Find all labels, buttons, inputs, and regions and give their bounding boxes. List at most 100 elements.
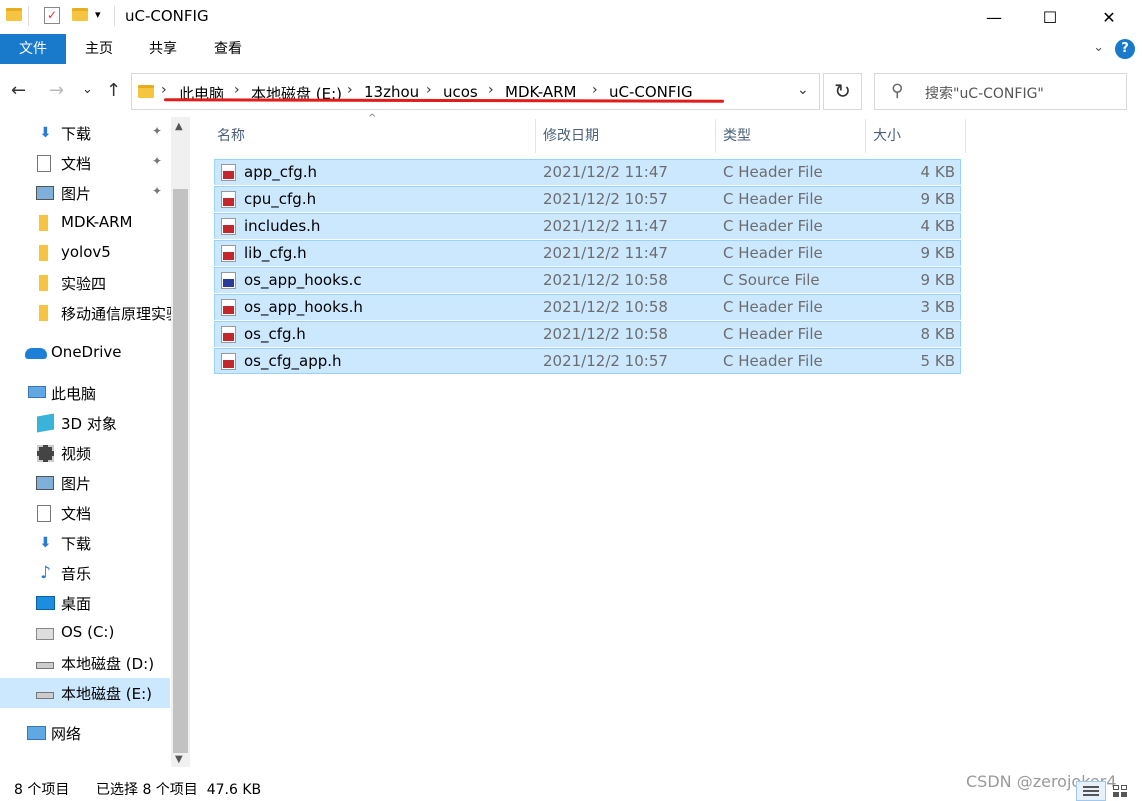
file-modified: 2021/12/2 10:58 — [543, 271, 668, 289]
sidebar-scrollbar[interactable]: ▲ ▼ — [171, 117, 190, 767]
search-input[interactable]: ⚲ 搜索"uC-CONFIG" — [874, 73, 1127, 110]
expand-ribbon-chevron-icon[interactable]: ⌄ — [1093, 40, 1104, 55]
sidebar-item-documents-pinned[interactable]: 文档 ✦ — [0, 148, 170, 178]
status-bar: 8 个项目 已选择 8 个项目 47.6 KB CSDN @zerojoker4 — [0, 767, 1142, 801]
column-header-size[interactable]: 大小 — [873, 125, 901, 145]
sidebar-item-downloads-pinned[interactable]: ⬇ 下载 ✦ — [0, 118, 170, 148]
column-header-type[interactable]: 类型 — [723, 125, 751, 145]
pin-icon: ✦ — [152, 184, 163, 198]
refresh-button[interactable]: ↻ — [823, 73, 862, 110]
sidebar-item-mobile-comm-lab[interactable]: 移动通信原理实验 — [0, 298, 171, 328]
title-bar: ✓ ▾ uC-CONFIG — ☐ ✕ — [0, 0, 1142, 34]
column-header-name[interactable]: 名称 — [217, 125, 245, 145]
scrollbar-thumb[interactable] — [173, 189, 188, 753]
sidebar-item-this-pc[interactable]: 此电脑 — [0, 378, 170, 408]
up-button[interactable]: ↑ — [106, 80, 121, 101]
computer-icon — [28, 386, 46, 398]
item-count: 8 个项目 — [14, 782, 70, 798]
scroll-down-arrow[interactable]: ▼ — [175, 754, 183, 765]
address-history-chevron-down-icon[interactable]: ⌄ — [797, 82, 809, 98]
table-row[interactable]: app_cfg.h 2021/12/2 11:47 C Header File … — [214, 159, 961, 185]
file-name: os_cfg.h — [244, 325, 306, 343]
minimize-button[interactable]: — — [965, 0, 1023, 34]
details-view-button[interactable] — [1076, 781, 1106, 801]
breadcrumb-separator[interactable]: › — [347, 82, 353, 98]
drive-icon — [36, 692, 54, 699]
column-divider[interactable] — [865, 119, 866, 153]
onedrive-icon — [25, 348, 47, 359]
table-row[interactable]: os_app_hooks.h 2021/12/2 10:58 C Header … — [214, 294, 961, 320]
file-modified: 2021/12/2 10:57 — [543, 352, 668, 370]
scroll-up-arrow[interactable]: ▲ — [175, 121, 183, 132]
details-view-icon — [1083, 786, 1099, 788]
sidebar-item-label: 视频 — [61, 445, 92, 463]
maximize-button[interactable]: ☐ — [1021, 0, 1079, 34]
column-divider[interactable] — [535, 119, 536, 153]
breadcrumb-separator[interactable]: › — [488, 82, 494, 98]
sidebar-item-documents[interactable]: 文档 — [0, 498, 170, 528]
help-button[interactable]: ? — [1115, 39, 1135, 59]
column-divider[interactable] — [715, 119, 716, 153]
properties-icon[interactable]: ✓ — [44, 7, 60, 24]
sidebar-item-label: 本地磁盘 (E:) — [61, 685, 153, 703]
column-divider[interactable] — [965, 119, 966, 153]
breadcrumb-separator[interactable]: › — [161, 82, 167, 98]
breadcrumb-separator[interactable]: › — [426, 82, 432, 98]
tab-view[interactable]: 查看 — [195, 34, 261, 64]
file-modified: 2021/12/2 11:47 — [543, 217, 668, 235]
c-header-file-icon — [221, 191, 236, 208]
file-modified: 2021/12/2 11:47 — [543, 244, 668, 262]
table-row[interactable]: lib_cfg.h 2021/12/2 11:47 C Header File … — [214, 240, 961, 266]
sidebar-item-music[interactable]: ♪ 音乐 — [0, 558, 170, 588]
sidebar-item-label: 本地磁盘 (D:) — [61, 655, 155, 673]
pin-icon: ✦ — [152, 154, 163, 168]
table-row[interactable]: os_cfg.h 2021/12/2 10:58 C Header File 8… — [214, 321, 961, 347]
file-modified: 2021/12/2 10:58 — [543, 298, 668, 316]
recent-locations-button[interactable]: ⌄ — [82, 82, 93, 97]
tab-share[interactable]: 共享 — [130, 34, 196, 64]
tab-file[interactable]: 文件 — [0, 34, 66, 64]
breadcrumb-separator[interactable]: › — [234, 82, 240, 98]
forward-button[interactable]: → — [49, 80, 64, 101]
close-button[interactable]: ✕ — [1080, 0, 1138, 34]
sidebar-item-downloads[interactable]: ⬇ 下载 — [0, 528, 170, 558]
tab-home[interactable]: 主页 — [66, 34, 132, 64]
back-button[interactable]: ← — [11, 80, 26, 101]
sidebar-item-mdk-arm[interactable]: MDK-ARM — [0, 208, 170, 238]
table-row[interactable]: cpu_cfg.h 2021/12/2 10:57 C Header File … — [214, 186, 961, 212]
breadcrumb-uc-config[interactable]: uC-CONFIG — [609, 83, 693, 101]
file-name: os_app_hooks.c — [244, 271, 362, 289]
file-modified: 2021/12/2 10:57 — [543, 190, 668, 208]
navigation-pane: ⬇ 下载 ✦ 文档 ✦ 图片 ✦ MDK-ARM yolov5 实验四 移动通信… — [0, 117, 190, 767]
sidebar-item-label: 下载 — [61, 125, 92, 143]
sidebar-item-videos[interactable]: 视频 — [0, 438, 170, 468]
sidebar-item-yolov5[interactable]: yolov5 — [0, 238, 170, 268]
sidebar-item-network[interactable]: 网络 — [0, 718, 170, 748]
sidebar-item-desktop[interactable]: 桌面 — [0, 588, 170, 618]
address-bar[interactable]: › 此电脑 › 本地磁盘 (E:) › 13zhou › ucos › MDK-… — [131, 73, 820, 110]
customize-quick-access-caret[interactable]: ▾ — [95, 8, 101, 21]
new-folder-icon[interactable] — [72, 8, 88, 21]
sidebar-item-pictures[interactable]: 图片 — [0, 468, 170, 498]
sidebar-item-drive-e[interactable]: 本地磁盘 (E:) — [0, 678, 170, 708]
sidebar-item-drive-d[interactable]: 本地磁盘 (D:) — [0, 648, 170, 678]
file-type: C Header File — [723, 244, 823, 262]
large-icons-view-button[interactable] — [1108, 781, 1132, 801]
folder-icon — [39, 215, 48, 231]
table-row[interactable]: os_app_hooks.c 2021/12/2 10:58 C Source … — [214, 267, 961, 293]
sidebar-item-experiment-4[interactable]: 实验四 — [0, 268, 170, 298]
file-list: ^ 名称 修改日期 类型 大小 app_cfg.h 2021/12/2 11:4… — [190, 113, 1142, 767]
table-row[interactable]: os_cfg_app.h 2021/12/2 10:57 C Header Fi… — [214, 348, 961, 374]
sidebar-item-label: 桌面 — [61, 595, 92, 613]
sidebar-item-3d-objects[interactable]: 3D 对象 — [0, 408, 170, 438]
sidebar-item-onedrive[interactable]: OneDrive — [0, 338, 170, 368]
table-row[interactable]: includes.h 2021/12/2 11:47 C Header File… — [214, 213, 961, 239]
breadcrumb-separator[interactable]: › — [592, 82, 598, 98]
sidebar-item-pictures-pinned[interactable]: 图片 ✦ — [0, 178, 170, 208]
file-list-scrollbar[interactable] — [1133, 117, 1142, 767]
file-type: C Header File — [723, 190, 823, 208]
column-header-modified[interactable]: 修改日期 — [543, 125, 599, 145]
sidebar-item-os-c[interactable]: OS (C:) — [0, 618, 170, 648]
sort-ascending-icon: ^ — [368, 113, 377, 124]
folder-icon — [39, 305, 48, 321]
